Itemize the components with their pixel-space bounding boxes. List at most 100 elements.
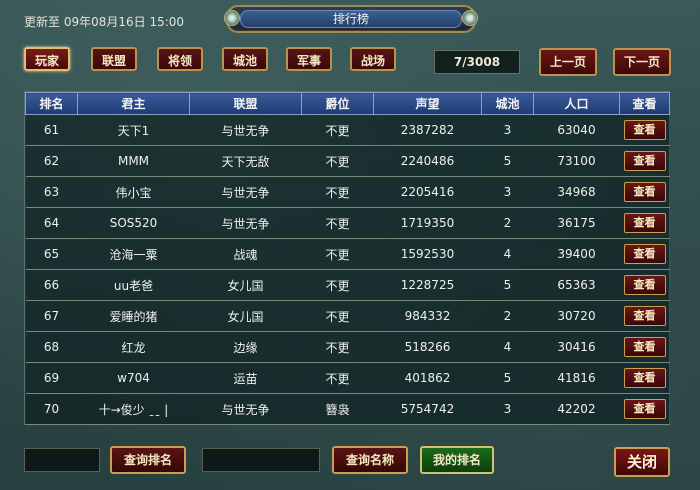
header-title[interactable]: 爵位 [301, 92, 374, 115]
cell-view: 查看 [619, 269, 670, 301]
cell-alliance[interactable]: 与世无争 [189, 176, 302, 208]
cell-rank: 64 [25, 207, 78, 239]
cell-lord[interactable]: w704 [77, 362, 190, 394]
table-header-row: 排名 君主 联盟 爵位 声望 城池 人口 查看 [25, 92, 670, 115]
table-body: 61 天下1 与世无争 不更 2387282 3 63040 查看 62 MMM 天下无敌 不更 224… [25, 114, 670, 425]
tab-city[interactable]: 城池 [222, 47, 268, 71]
prev-page-button[interactable]: 上一页 [539, 48, 597, 76]
table-row: 64 SOS520 与世无争 不更 1719350 2 36175 查看 [25, 207, 670, 239]
cell-lord[interactable]: 红龙 [77, 331, 190, 363]
update-timestamp: 更新至 09年08月16日 15:00 [24, 15, 185, 29]
search-rank-button[interactable]: 查询排名 [110, 446, 186, 474]
view-button[interactable]: 查看 [623, 306, 666, 326]
cell-view: 查看 [619, 331, 670, 363]
tab-player[interactable]: 玩家 [24, 47, 70, 71]
cell-lord[interactable]: 天下1 [77, 114, 190, 146]
cell-rank: 63 [25, 176, 78, 208]
tab-alliance[interactable]: 联盟 [91, 47, 137, 71]
cell-alliance[interactable]: 女儿国 [189, 269, 302, 301]
tab-military[interactable]: 军事 [286, 47, 332, 71]
cell-lord[interactable]: 爱睡的猪 [77, 300, 190, 332]
cell-alliance[interactable]: 天下无敌 [189, 145, 302, 177]
cell-cities: 3 [481, 176, 534, 208]
cell-cities: 2 [481, 300, 534, 332]
cell-lord[interactable]: SOS520 [77, 207, 190, 239]
cell-alliance[interactable]: 边缘 [189, 331, 302, 363]
ranking-table-container: 排名 君主 联盟 爵位 声望 城池 人口 查看 61 天下1 与世无争 不更 23872… [24, 91, 670, 425]
cell-title: 不更 [301, 145, 374, 177]
cell-prestige: 1592530 [373, 238, 482, 270]
view-button[interactable]: 查看 [623, 151, 666, 171]
cell-title: 不更 [301, 114, 374, 146]
cell-lord[interactable]: 沧海一粟 [77, 238, 190, 270]
cell-view: 查看 [619, 114, 670, 146]
cell-prestige: 984332 [373, 300, 482, 332]
rank-search-input[interactable] [24, 448, 100, 472]
header-population[interactable]: 人口 [533, 92, 620, 115]
name-search-input[interactable] [202, 448, 320, 472]
tab-battlefield[interactable]: 战场 [350, 47, 396, 71]
cell-lord[interactable]: 十→俊少 ˍˍ | [77, 393, 190, 425]
view-button[interactable]: 查看 [623, 120, 666, 140]
cell-prestige: 2240486 [373, 145, 482, 177]
cell-population: 30416 [533, 331, 620, 363]
cell-prestige: 518266 [373, 331, 482, 363]
header-lord[interactable]: 君主 [77, 92, 190, 115]
cell-title: 不更 [301, 300, 374, 332]
cell-alliance[interactable]: 战魂 [189, 238, 302, 270]
page-indicator: 7/3008 [434, 50, 520, 74]
cell-view: 查看 [619, 176, 670, 208]
table-row: 65 沧海一粟 战魂 不更 1592530 4 39400 查看 [25, 238, 670, 270]
view-button[interactable]: 查看 [623, 399, 666, 419]
view-button[interactable]: 查看 [623, 337, 666, 357]
cell-prestige: 1228725 [373, 269, 482, 301]
view-button[interactable]: 查看 [623, 368, 666, 388]
cell-rank: 66 [25, 269, 78, 301]
header-alliance[interactable]: 联盟 [189, 92, 302, 115]
cell-alliance[interactable]: 运苗 [189, 362, 302, 394]
cell-population: 39400 [533, 238, 620, 270]
title-plaque: 排行榜 [224, 5, 478, 33]
view-button[interactable]: 查看 [623, 213, 666, 233]
my-rank-button[interactable]: 我的排名 [420, 446, 494, 474]
cell-cities: 4 [481, 331, 534, 363]
cell-cities: 5 [481, 269, 534, 301]
table-row: 67 爱睡的猪 女儿国 不更 984332 2 30720 查看 [25, 300, 670, 332]
cell-alliance[interactable]: 与世无争 [189, 207, 302, 239]
ranking-table: 排名 君主 联盟 爵位 声望 城池 人口 查看 61 天下1 与世无争 不更 23872… [25, 92, 670, 425]
cell-alliance[interactable]: 与世无争 [189, 393, 302, 425]
cell-title: 不更 [301, 207, 374, 239]
cell-rank: 67 [25, 300, 78, 332]
table-row: 70 十→俊少 ˍˍ | 与世无争 簪袅 5754742 3 42202 查看 [25, 393, 670, 425]
cell-rank: 70 [25, 393, 78, 425]
next-page-button[interactable]: 下一页 [613, 48, 671, 76]
cell-alliance[interactable]: 与世无争 [189, 114, 302, 146]
header-rank[interactable]: 排名 [25, 92, 78, 115]
cell-cities: 3 [481, 114, 534, 146]
view-button[interactable]: 查看 [623, 275, 666, 295]
header-cities[interactable]: 城池 [481, 92, 534, 115]
tab-general[interactable]: 将领 [157, 47, 203, 71]
cell-population: 42202 [533, 393, 620, 425]
cell-alliance[interactable]: 女儿国 [189, 300, 302, 332]
cell-view: 查看 [619, 362, 670, 394]
view-button[interactable]: 查看 [623, 244, 666, 264]
table-row: 63 伟小宝 与世无争 不更 2205416 3 34968 查看 [25, 176, 670, 208]
view-button[interactable]: 查看 [623, 182, 666, 202]
cell-cities: 5 [481, 145, 534, 177]
cell-title: 不更 [301, 331, 374, 363]
ornament-right-icon [462, 10, 478, 26]
close-button[interactable]: 关闭 [614, 447, 670, 477]
cell-prestige: 5754742 [373, 393, 482, 425]
cell-rank: 61 [25, 114, 78, 146]
cell-prestige: 2205416 [373, 176, 482, 208]
search-name-button[interactable]: 查询名称 [332, 446, 408, 474]
cell-view: 查看 [619, 207, 670, 239]
header-prestige[interactable]: 声望 [373, 92, 482, 115]
cell-rank: 68 [25, 331, 78, 363]
cell-cities: 5 [481, 362, 534, 394]
cell-lord[interactable]: MMM [77, 145, 190, 177]
cell-lord[interactable]: uu老爸 [77, 269, 190, 301]
cell-title: 不更 [301, 238, 374, 270]
cell-lord[interactable]: 伟小宝 [77, 176, 190, 208]
